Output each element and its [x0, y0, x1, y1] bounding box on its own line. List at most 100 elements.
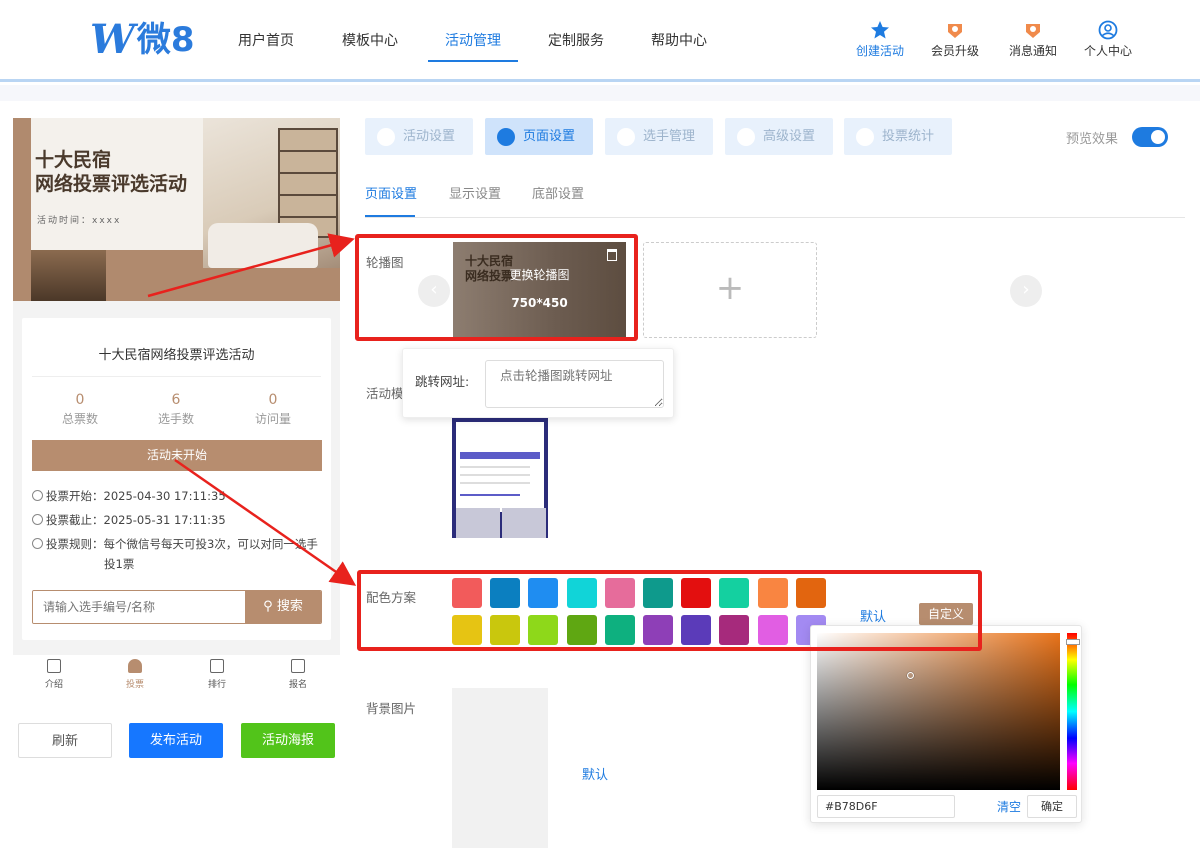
tab-signup[interactable]: 报名 — [268, 657, 328, 690]
tab-page-settings[interactable]: 页面设置 — [485, 118, 593, 155]
thumb-line — [460, 482, 530, 484]
notifications-button[interactable]: 消息通知 — [1003, 20, 1063, 59]
tab-ranking[interactable]: 排行 — [187, 657, 247, 690]
user-circle-icon — [1098, 20, 1118, 40]
stat-total-votes: 0 总票数 — [61, 392, 98, 426]
tab-vote[interactable]: 投票 — [105, 657, 165, 690]
document-icon — [47, 659, 61, 673]
clear-color-button[interactable]: 清空 — [997, 798, 1021, 815]
logo-mark: W — [90, 16, 135, 63]
subtab-divider — [365, 217, 1185, 218]
background-label: 背景图片 — [366, 701, 417, 716]
logo-text: 微8 — [136, 20, 195, 60]
activity-poster-button[interactable]: 活动海报 — [241, 723, 335, 758]
hue-slider[interactable] — [1066, 633, 1080, 790]
logo[interactable]: W 微8 — [90, 16, 195, 63]
template-label: 活动模 — [366, 386, 404, 401]
nav-active-underline — [428, 60, 518, 62]
tab-activity-settings[interactable]: 活动设置 — [365, 118, 473, 155]
member-upgrade-button[interactable]: 会员升级 — [925, 20, 985, 59]
top-navbar: W 微8 用户首页 模板中心 活动管理 定制服务 帮助中心 创建活动 会员升级 … — [0, 0, 1200, 82]
color-picker: #B78D6F 清空 确定 — [810, 625, 1082, 823]
thumb-line — [460, 466, 530, 468]
grid-icon — [497, 128, 515, 146]
preview-effect-toggle[interactable] — [1132, 127, 1168, 147]
preview-card: 十大民宿网络投票评选活动 0 总票数 6 选手数 0 访问量 活动未开始 投票开始：2… — [22, 318, 331, 640]
nav-custom-service[interactable]: 定制服务 — [548, 30, 604, 50]
vote-end: 投票截止：2025-05-31 17:11:35 — [32, 510, 226, 530]
page-band — [0, 85, 1200, 101]
publish-activity-button[interactable]: 发布活动 — [129, 723, 223, 758]
personal-center-button[interactable]: 个人中心 — [1078, 20, 1138, 59]
jump-url-input[interactable] — [485, 360, 664, 408]
signup-icon — [291, 659, 305, 673]
subtab-display-settings[interactable]: 显示设置 — [449, 183, 501, 202]
preview-effect-label: 预览效果 — [1066, 132, 1119, 147]
clock-icon — [32, 514, 43, 525]
user-icon — [617, 128, 635, 146]
refresh-button[interactable]: 刷新 — [18, 723, 112, 758]
tab-advanced-settings[interactable]: 高级设置 — [725, 118, 833, 155]
subtab-page-settings[interactable]: 页面设置 — [365, 183, 417, 202]
annotation-box-carousel — [355, 234, 638, 341]
banner-title: 十大民宿 网络投票评选活动 — [35, 149, 188, 195]
banner-shelf — [278, 128, 338, 238]
add-slide-button[interactable]: + — [643, 242, 817, 338]
crown-badge-icon — [948, 24, 962, 38]
chevron-right-icon: › — [1022, 279, 1030, 300]
banner-sofa — [208, 223, 318, 268]
confirm-color-button[interactable]: 确定 — [1027, 795, 1077, 818]
person-icon — [128, 659, 142, 673]
thumb-line — [460, 474, 530, 476]
bar-chart-icon — [210, 659, 224, 673]
preview-tabbar: 介绍 投票 排行 报名 — [13, 655, 340, 695]
nav-home[interactable]: 用户首页 — [238, 30, 294, 50]
hex-input[interactable]: #B78D6F — [817, 795, 955, 818]
nav-activity-manage[interactable]: 活动管理 — [445, 30, 501, 50]
color-cursor[interactable] — [907, 672, 914, 679]
template-thumbnail[interactable] — [452, 418, 548, 538]
thumb-card — [456, 508, 500, 538]
thumb-line — [460, 494, 520, 496]
search-button[interactable]: ⚲ 搜索 — [245, 591, 321, 623]
preview-banner: 十大民宿 网络投票评选活动 活动时间：xxxx — [13, 118, 340, 301]
contestant-search: ⚲ 搜索 — [32, 590, 322, 624]
shield-icon — [377, 128, 395, 146]
tab-intro[interactable]: 介绍 — [24, 657, 84, 690]
tab-contestant-manage[interactable]: 选手管理 — [605, 118, 713, 155]
carousel-next-button[interactable]: › — [1010, 275, 1042, 307]
activity-title: 十大民宿网络投票评选活动 — [98, 348, 255, 363]
background-default-button[interactable]: 默认 — [582, 764, 608, 783]
annotation-box-colors — [357, 570, 982, 651]
saturation-value-panel[interactable] — [817, 633, 1060, 790]
create-activity-button[interactable]: 创建活动 — [850, 20, 910, 59]
nav-templates[interactable]: 模板中心 — [342, 30, 398, 50]
search-icon: ⚲ — [263, 599, 273, 614]
member-upgrade-label: 会员升级 — [930, 44, 979, 58]
create-activity-label: 创建活动 — [855, 44, 904, 58]
stats-icon — [856, 128, 874, 146]
subtab-footer-settings[interactable]: 底部设置 — [532, 183, 584, 202]
thumb-bar — [460, 452, 540, 459]
banner-lamp-photo — [31, 250, 106, 301]
divider — [32, 376, 321, 377]
search-input[interactable] — [33, 591, 248, 623]
stat-contestants: 6 选手数 — [157, 392, 194, 426]
thumb-card — [502, 508, 546, 538]
nav-help[interactable]: 帮助中心 — [651, 30, 707, 50]
vote-start: 投票开始：2025-04-30 17:11:35 — [32, 486, 226, 506]
stat-visits: 0 访问量 — [254, 392, 291, 426]
info-icon — [32, 538, 43, 549]
notifications-label: 消息通知 — [1008, 44, 1057, 58]
sliders-icon — [737, 128, 755, 146]
background-image-box[interactable] — [452, 688, 548, 848]
banner-date: 活动时间：xxxx — [37, 216, 122, 226]
bell-badge-icon — [1026, 24, 1040, 38]
vote-rule: 投票规则：每个微信号每天可投3次，可以对同一选手 投1票 — [32, 534, 322, 574]
clock-icon — [32, 490, 43, 501]
star-icon — [871, 21, 889, 39]
activity-status-button[interactable]: 活动未开始 — [32, 440, 322, 471]
personal-center-label: 个人中心 — [1083, 44, 1132, 58]
jump-url-popup: 跳转网址: — [402, 348, 674, 418]
tab-vote-stats[interactable]: 投票统计 — [844, 118, 952, 155]
